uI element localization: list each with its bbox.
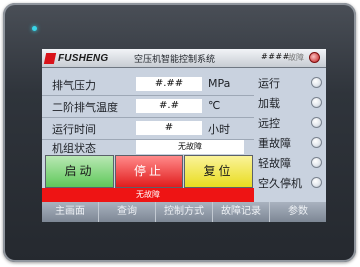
reading-label: 二阶排气温度 [52,101,118,114]
reading-label: 机组状态 [52,142,96,155]
status-label: 重故障 [258,137,291,150]
tab-parameters[interactable]: 参数 [270,202,326,222]
brand-mark-icon [43,52,57,64]
reading-unit: 小时 [208,123,230,136]
hmi-device-bezel: FUSHENG 空压机智能控制系统 #### 故障 排气压力 #.## MPa … [3,3,356,262]
start-button[interactable]: 启动 [45,155,114,188]
lamp-icon [311,77,322,88]
status-indicator: 远控 [258,114,324,134]
header-bar: FUSHENG 空压机智能控制系统 #### 故障 [42,49,326,68]
lamp-icon [311,97,322,108]
hmi-screen: FUSHENG 空压机智能控制系统 #### 故障 排气压力 #.## MPa … [42,49,326,222]
reading-row: 二阶排气温度 #.# ℃ [42,96,254,117]
reading-unit: ℃ [208,99,221,112]
reading-label: 排气压力 [52,79,96,92]
reading-value: #.# [136,99,202,113]
system-title: 空压机智能控制系统 [134,55,216,65]
lamp-icon [311,137,322,148]
stop-button[interactable]: 停止 [115,155,183,188]
status-indicator: 加载 [258,94,324,114]
reading-value: #.## [136,77,202,91]
brand-logo: FUSHENG [43,51,109,65]
tab-fault-records[interactable]: 故障记录 [213,202,270,222]
reading-unit: MPa [208,77,231,90]
status-indicator: 重故障 [258,134,324,154]
lamp-icon [311,117,322,128]
tab-main-screen[interactable]: 主画面 [42,202,99,222]
brand-name: FUSHENG [58,52,109,64]
bottom-nav: 主画面 查询 控制方式 故障记录 参数 [42,202,326,222]
reading-value: # [136,121,202,135]
tab-query[interactable]: 查询 [99,202,156,222]
reading-row: 排气压力 #.## MPa [42,74,254,95]
status-label: 加载 [258,97,280,110]
alarm-bar: 无故障 [42,188,254,202]
status-label: 运行 [258,77,280,90]
status-indicator: 运行 [258,74,324,94]
status-label: 远控 [258,117,280,130]
lamp-icon [311,177,322,188]
fault-label: 故障 [288,53,304,62]
unit-status-value: 无故障 [136,140,244,154]
status-label: 空久停机 [258,177,302,190]
status-indicator: 空久停机 [258,174,324,194]
reading-label: 运行时间 [52,123,96,136]
fault-indicator-icon[interactable] [309,52,320,63]
reading-row: 运行时间 # 小时 [42,118,254,139]
status-label: 轻故障 [258,157,291,170]
lamp-icon [311,157,322,168]
reset-button[interactable]: 复位 [184,155,253,188]
status-indicator: 轻故障 [258,154,324,174]
user-code: #### [261,52,290,61]
power-led-icon [32,26,37,31]
tab-control-mode[interactable]: 控制方式 [156,202,213,222]
